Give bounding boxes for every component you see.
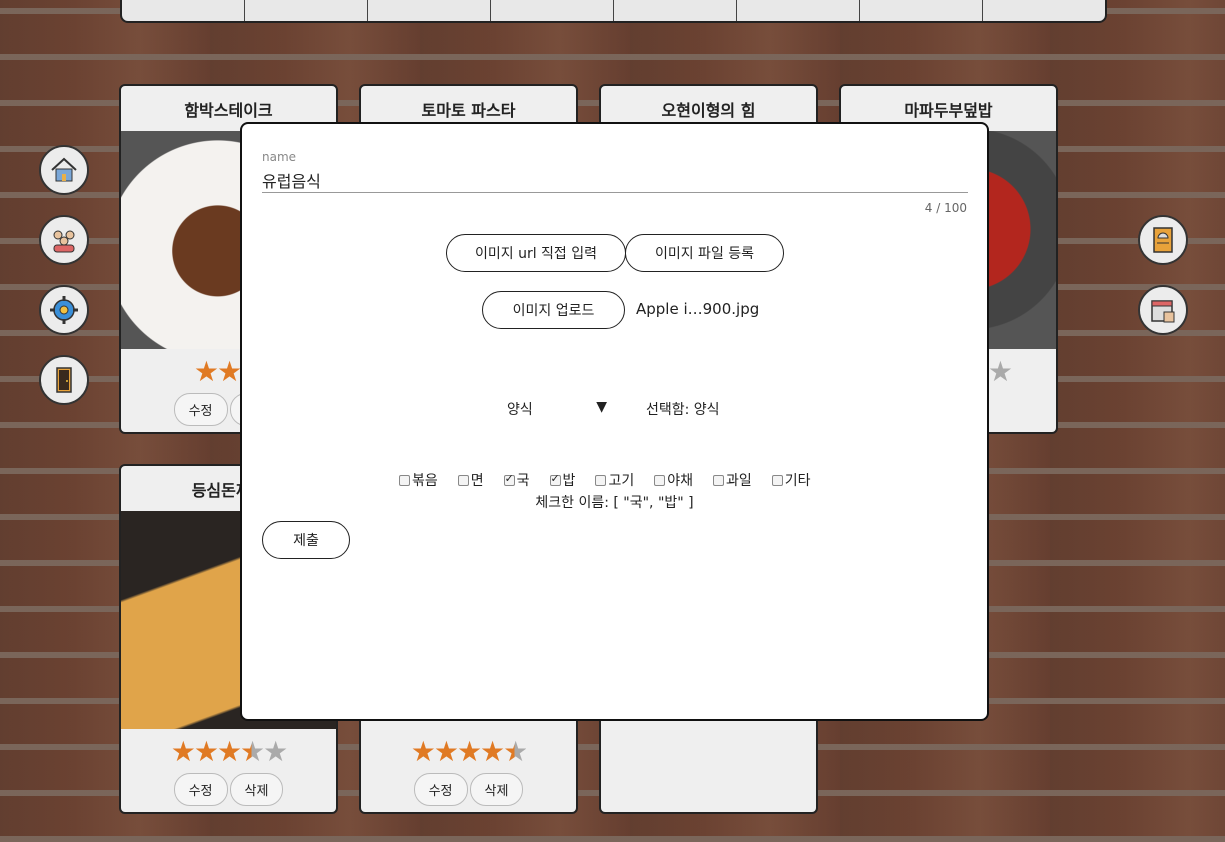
rating-stars: ★★★★★ bbox=[410, 734, 529, 768]
selected-filename: Apple i…900.jpg bbox=[636, 300, 760, 318]
checkbox[interactable] bbox=[457, 474, 469, 486]
tab-4[interactable]: 고기 bbox=[614, 0, 737, 21]
people-icon bbox=[53, 230, 75, 253]
checkbox-item[interactable]: 과일 bbox=[712, 470, 752, 490]
image-file-button[interactable]: 이미지 파일 등록 bbox=[625, 234, 784, 272]
settings-button[interactable] bbox=[39, 285, 89, 335]
category-checkboxes: 볶음 면 국 밥 고기 야채 과일 기타 bbox=[399, 470, 831, 490]
char-counter: 4 / 100 bbox=[924, 201, 967, 215]
checkbox-label: 과일 bbox=[725, 473, 752, 489]
checkbox[interactable] bbox=[595, 474, 607, 486]
tab-5[interactable]: 야채 bbox=[737, 0, 860, 21]
calendar-icon bbox=[1151, 300, 1175, 323]
exit-button[interactable] bbox=[39, 355, 89, 405]
tab-2[interactable]: 국 bbox=[368, 0, 491, 21]
tab-1[interactable]: 면 bbox=[245, 0, 368, 21]
checkbox-item[interactable]: 면 bbox=[457, 470, 484, 490]
checkbox-label: 고기 bbox=[608, 473, 635, 489]
image-url-button[interactable]: 이미지 url 직접 입력 bbox=[446, 234, 626, 272]
checkbox-label: 밥 bbox=[562, 473, 576, 489]
name-field-label: name bbox=[262, 150, 297, 164]
checkbox-item[interactable]: 고기 bbox=[595, 470, 634, 490]
checkbox[interactable] bbox=[503, 472, 515, 486]
tab-6[interactable]: 과일 bbox=[860, 0, 983, 21]
edit-button[interactable]: 수정 bbox=[173, 773, 228, 806]
delete-button[interactable]: 삭제 bbox=[229, 773, 284, 806]
recipe-form-modal: name 유럽음식 4 / 100 이미지 url 직접 입력 이미지 파일 등… bbox=[240, 122, 989, 721]
home-icon bbox=[51, 157, 77, 182]
image-upload-button[interactable]: 이미지 업로드 bbox=[482, 291, 625, 329]
checkbox-label: 야채 bbox=[667, 473, 693, 489]
checkbox-item[interactable]: 볶음 bbox=[399, 470, 438, 490]
select-value: 양식 bbox=[507, 402, 533, 418]
checked-names-text: 체크한 이름: [ "국", "밥" ] bbox=[535, 495, 694, 511]
menu-book-button[interactable] bbox=[1138, 215, 1188, 265]
checkbox[interactable] bbox=[549, 472, 561, 486]
people-button[interactable] bbox=[39, 215, 89, 265]
checkbox-item[interactable]: 야채 bbox=[654, 470, 693, 490]
chevron-down-icon: ▼ bbox=[596, 399, 607, 415]
checkbox-label: 볶음 bbox=[412, 473, 438, 489]
cuisine-select[interactable]: 양식 ▼ bbox=[507, 399, 607, 419]
tab-0[interactable]: 유럽 bbox=[122, 0, 245, 21]
home-button[interactable] bbox=[39, 145, 89, 195]
checkbox-label: 기타 bbox=[784, 473, 811, 489]
checkbox[interactable] bbox=[771, 474, 783, 486]
calendar-button[interactable] bbox=[1138, 285, 1188, 335]
name-input[interactable]: 유럽음식 bbox=[262, 168, 321, 192]
checkbox[interactable] bbox=[712, 474, 724, 486]
name-input-underline bbox=[262, 192, 968, 193]
checkbox-item[interactable]: 기타 bbox=[771, 470, 811, 490]
tab-7[interactable]: 기타 bbox=[983, 0, 1105, 21]
door-icon bbox=[56, 367, 72, 393]
menu-book-icon bbox=[1153, 227, 1173, 253]
checkbox-label: 국 bbox=[516, 473, 530, 489]
edit-button[interactable]: 수정 bbox=[413, 773, 468, 806]
checkbox[interactable] bbox=[399, 474, 410, 486]
checkbox-item[interactable]: 국 bbox=[503, 470, 530, 490]
checkbox-label: 면 bbox=[470, 473, 484, 489]
settings-icon bbox=[50, 296, 78, 324]
selected-cuisine-text: 선택함: 양식 bbox=[646, 402, 720, 418]
checkbox[interactable] bbox=[654, 474, 666, 486]
checkbox-item[interactable]: 밥 bbox=[549, 470, 576, 490]
category-tab-bar: 유럽 면 국 밥 고기 야채 과일 기타 bbox=[120, 0, 1107, 23]
delete-button[interactable]: 삭제 bbox=[469, 773, 524, 806]
tab-3[interactable]: 밥 bbox=[491, 0, 614, 21]
rating-stars: ★★★★★ bbox=[170, 734, 289, 768]
edit-button[interactable]: 수정 bbox=[173, 393, 228, 426]
submit-button[interactable]: 제출 bbox=[262, 521, 350, 559]
